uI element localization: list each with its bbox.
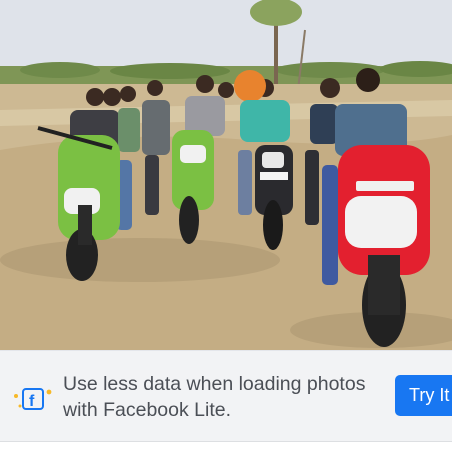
banner-message: Use less data when loading photos with F… <box>63 373 366 421</box>
bottom-divider <box>0 441 452 453</box>
facebook-lite-icon: f <box>12 384 54 414</box>
try-it-button[interactable]: Try It <box>395 375 452 416</box>
svg-text:f: f <box>29 393 35 410</box>
orange-helmet <box>234 70 266 102</box>
facebook-lite-banner[interactable]: f Use less data when loading photos with… <box>0 350 452 442</box>
feed-photo[interactable] <box>0 0 452 350</box>
photo-illustration <box>0 0 452 350</box>
